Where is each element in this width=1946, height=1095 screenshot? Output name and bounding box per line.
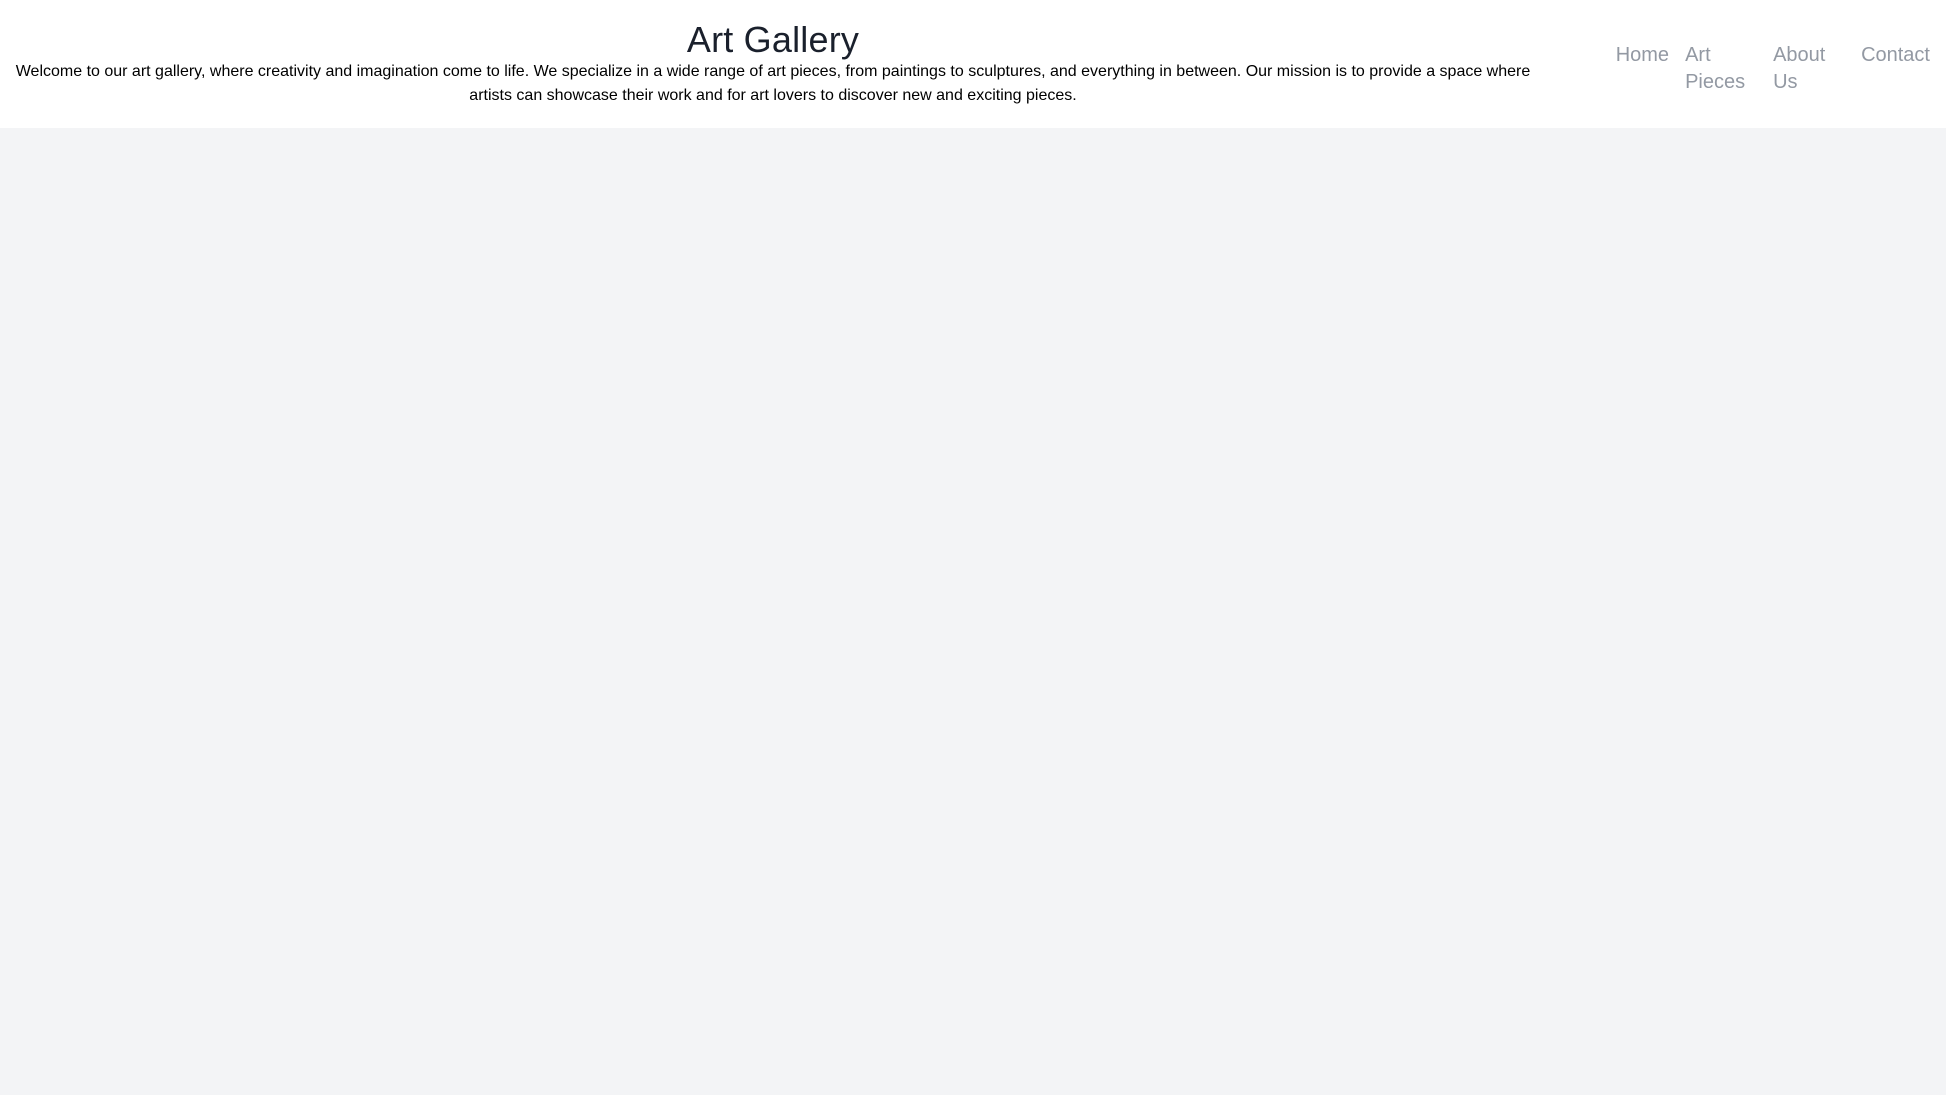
nav-link-contact[interactable]: Contact <box>1861 42 1930 69</box>
nav-link-about-us[interactable]: About Us <box>1773 42 1845 96</box>
nav-item-home[interactable]: Home <box>1616 42 1669 69</box>
page-title: Art Gallery <box>686 19 860 60</box>
nav-item-about-us[interactable]: About Us <box>1773 42 1845 96</box>
nav-item-art-pieces[interactable]: Art Pieces <box>1685 42 1757 96</box>
brand-block: Art Gallery Welcome to our art gallery, … <box>0 20 1546 108</box>
nav-link-art-pieces[interactable]: Art Pieces <box>1685 42 1757 96</box>
gallery-content-area <box>0 127 1946 1062</box>
site-header: Art Gallery Welcome to our art gallery, … <box>0 0 1946 128</box>
main-navigation: Home Art Pieces About Us Contact <box>1546 20 1946 96</box>
nav-item-contact[interactable]: Contact <box>1861 42 1930 69</box>
nav-list: Home Art Pieces About Us Contact <box>1546 42 1930 96</box>
nav-link-home[interactable]: Home <box>1616 42 1669 69</box>
site-tagline: Welcome to our art gallery, where creati… <box>15 62 1531 104</box>
